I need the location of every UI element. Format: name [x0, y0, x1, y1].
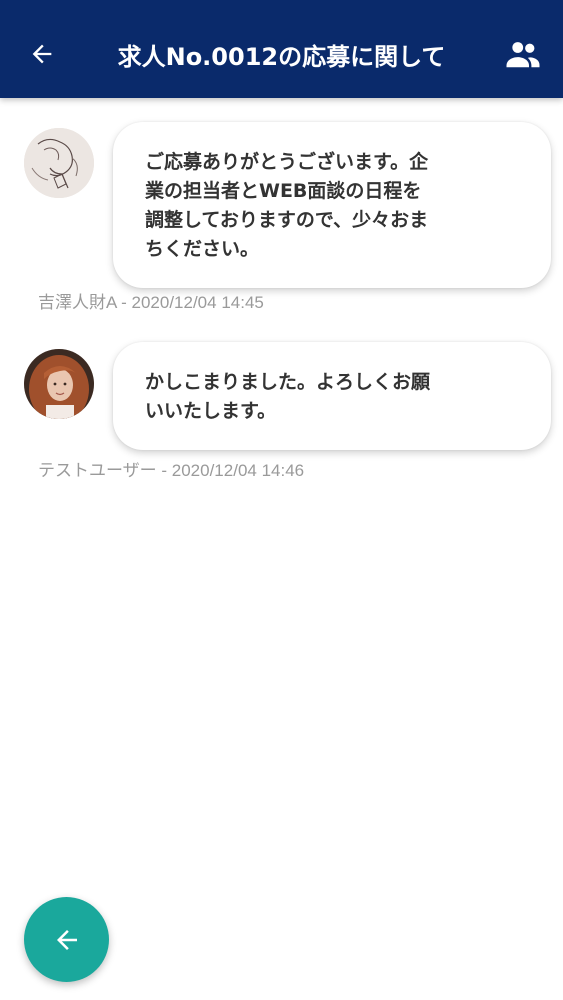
arrow-left-icon: [32, 44, 52, 64]
message-bubble: かしこまりました。よろしくお願 いいたします。: [113, 342, 551, 450]
avatar: [24, 349, 94, 419]
message-bubble: ご応募ありがとうございます。企 業の担当者とWEB面談の日程を 調整しております…: [113, 122, 551, 288]
arrow-left-icon: [56, 929, 77, 950]
message-text: かしこまりました。よろしくお願 いいたします。: [145, 371, 431, 422]
back-button[interactable]: [26, 38, 58, 70]
back-fab-button[interactable]: [24, 897, 109, 982]
page-title: 求人No.0012の応募に関して: [117, 43, 446, 71]
app-bar: 求人No.0012の応募に関して: [0, 0, 563, 98]
message-meta: 吉澤人財A - 2020/12/04 14:45: [38, 293, 264, 312]
message-meta: テストユーザー - 2020/12/04 14:46: [38, 461, 305, 480]
people-icon: [506, 42, 540, 68]
message-text: ご応募ありがとうございます。企 業の担当者とWEB面談の日程を 調整しております…: [145, 151, 429, 260]
participants-button[interactable]: [505, 40, 541, 70]
sketch-avatar-image: [24, 128, 94, 198]
photo-avatar-image: [24, 349, 94, 419]
avatar: [24, 128, 94, 198]
